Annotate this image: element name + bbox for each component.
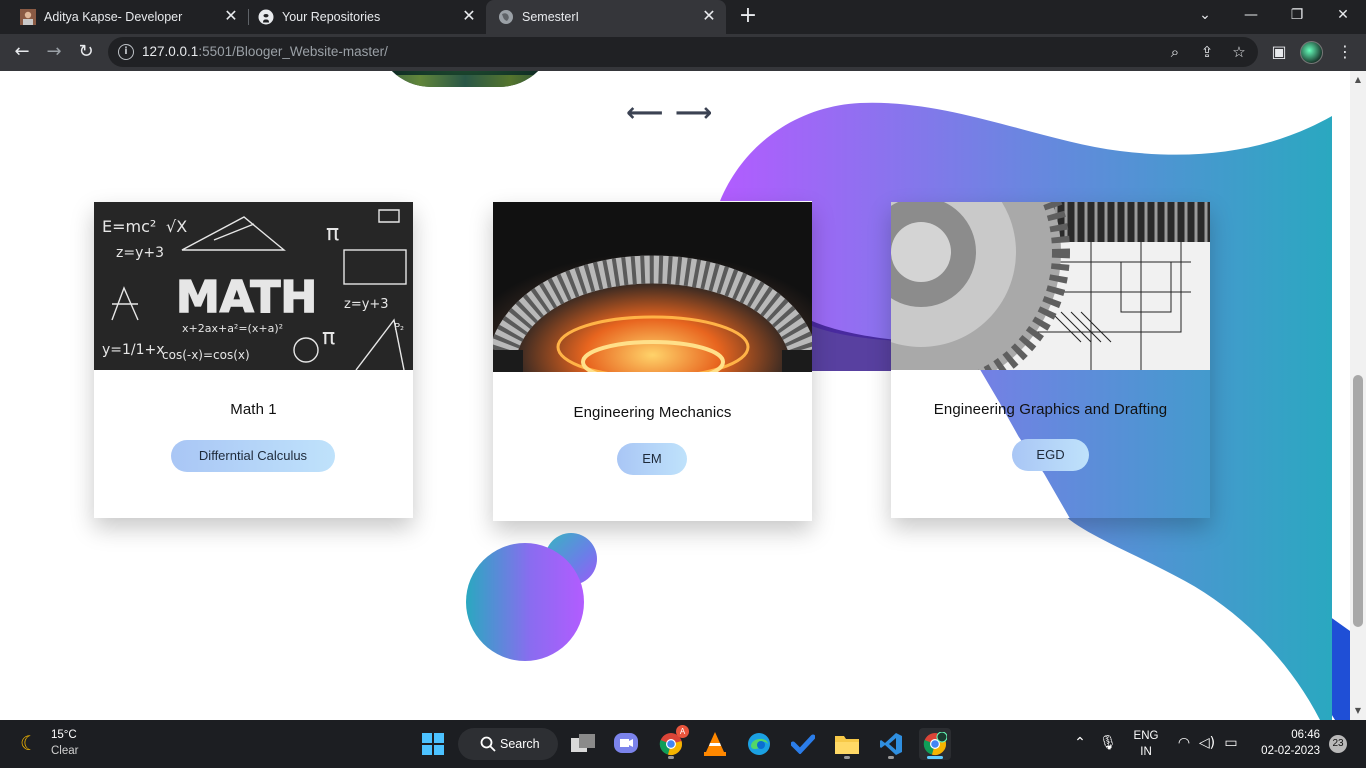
tab-title: Aditya Kapse- Developer <box>44 10 183 24</box>
notification-badge[interactable]: 23 <box>1329 735 1347 753</box>
profile-avatar[interactable] <box>1300 41 1323 64</box>
side-panel-icon[interactable]: ▣ <box>1266 39 1292 65</box>
tab-title: SemesterI <box>522 10 579 24</box>
scrollbar-track[interactable]: ▲ ▼ <box>1350 71 1366 720</box>
chrome-active-icon[interactable] <box>919 728 951 760</box>
weather-condition[interactable]: Clear <box>51 745 78 757</box>
arrow-right-icon[interactable]: ⟶ <box>675 100 712 126</box>
weather-temperature[interactable]: 15°C <box>51 729 77 741</box>
subject-tag[interactable]: Differntial Calculus <box>171 440 335 472</box>
windows-taskbar: ☾ 15°C Clear Search A ⌃ 🎙 ENG IN ◠ ◁) ▭ … <box>0 720 1366 768</box>
running-indicator <box>668 756 674 759</box>
scroll-up-icon[interactable]: ▲ <box>1353 75 1363 85</box>
battery-icon[interactable]: ▭ <box>1222 734 1240 752</box>
search-label: Search <box>500 737 540 751</box>
scroll-down-icon[interactable]: ▼ <box>1353 706 1363 716</box>
tab-aditya-kapse[interactable]: Aditya Kapse- Developer ✕ <box>8 0 248 34</box>
task-view-icon[interactable] <box>567 728 599 760</box>
maximize-button[interactable]: ❐ <box>1274 0 1320 32</box>
running-indicator <box>927 756 943 759</box>
running-indicator <box>844 756 850 759</box>
tab-your-repositories[interactable]: Your Repositories ✕ <box>248 0 486 34</box>
card-title: Engineering Mechanics <box>573 404 732 421</box>
teams-chat-icon[interactable] <box>610 728 642 760</box>
language-indicator[interactable]: ENG <box>1130 730 1162 742</box>
header-landscape-image <box>375 71 555 87</box>
svg-text:z=y+3: z=y+3 <box>344 297 389 312</box>
svg-text:MATH: MATH <box>176 272 317 323</box>
search-icon <box>480 736 496 752</box>
svg-text:√X: √X <box>166 217 187 236</box>
course-card-math[interactable]: E=mc² √X z=y+3 MATH π z=y+3 y=1/1+x x+2a… <box>94 202 413 518</box>
taskbar-search-button[interactable]: Search <box>458 728 558 760</box>
vscode-icon[interactable] <box>875 728 907 760</box>
card-title: Math 1 <box>230 401 277 418</box>
svg-text:x+2ax+a²=(x+a)²: x+2ax+a²=(x+a)² <box>182 322 283 335</box>
subject-tag[interactable]: EM <box>617 443 687 475</box>
reload-button[interactable]: ↻ <box>72 38 100 66</box>
running-indicator <box>888 756 894 759</box>
vlc-icon[interactable] <box>699 728 731 760</box>
region-indicator[interactable]: IN <box>1130 746 1162 758</box>
clock-date[interactable]: 02-02-2023 <box>1254 745 1320 757</box>
share-icon[interactable]: ⇪ <box>1196 41 1218 63</box>
close-icon[interactable]: ✕ <box>700 8 718 26</box>
avatar-icon <box>20 9 36 25</box>
svg-text:P₂: P₂ <box>394 322 404 333</box>
chevron-up-icon[interactable]: ⌃ <box>1071 734 1089 752</box>
page-viewport: ⟵ ⟶ E=mc² √X z=y+3 MATH π z=y+3 y=1/1+x <box>0 71 1366 720</box>
edge-icon[interactable] <box>743 728 775 760</box>
svg-text:cos(-x)=cos(x): cos(-x)=cos(x) <box>162 348 250 362</box>
course-card-graphics[interactable]: Engineering Graphics and Drafting EGD <box>891 202 1210 518</box>
close-window-button[interactable]: ✕ <box>1320 0 1366 32</box>
moon-icon[interactable]: ☾ <box>20 732 42 754</box>
windows-start-icon[interactable] <box>417 728 449 760</box>
tab-title: Your Repositories <box>282 10 381 24</box>
file-explorer-icon[interactable] <box>831 728 863 760</box>
close-icon[interactable]: ✕ <box>460 8 478 26</box>
volume-icon[interactable]: ◁) <box>1198 734 1216 752</box>
svg-text:y=1/1+x: y=1/1+x <box>102 342 165 358</box>
chrome-icon[interactable]: A <box>655 725 689 760</box>
back-button[interactable]: ← <box>8 38 36 66</box>
card-title: Engineering Graphics and Drafting <box>933 401 1168 418</box>
gear-drawing-image <box>891 202 1210 370</box>
address-bar[interactable]: i 127.0.0.1:5501/Blooger_Website-master/… <box>108 37 1258 67</box>
url-text[interactable]: 127.0.0.1:5501/Blooger_Website-master/ <box>142 44 388 59</box>
tab-strip: Aditya Kapse- Developer ✕ Your Repositor… <box>0 0 1366 34</box>
new-tab-button[interactable]: + <box>736 5 760 29</box>
arrow-left-icon[interactable]: ⟵ <box>626 100 663 126</box>
svg-text:E=mc²: E=mc² <box>102 217 156 236</box>
clock-time[interactable]: 06:46 <box>1280 729 1320 741</box>
chrome-badge: A <box>676 725 689 738</box>
svg-text:π: π <box>322 325 335 350</box>
tab-semesteri[interactable]: SemesterI ✕ <box>486 0 726 34</box>
globe-icon <box>499 10 513 24</box>
math-chalkboard-image: E=mc² √X z=y+3 MATH π z=y+3 y=1/1+x x+2a… <box>94 202 413 370</box>
browser-toolbar: ← → ↻ i 127.0.0.1:5501/Blooger_Website-m… <box>0 34 1366 71</box>
svg-text:z=y+3: z=y+3 <box>116 245 164 261</box>
gear-machinery-image <box>493 202 812 372</box>
minimize-button[interactable]: — <box>1228 0 1274 32</box>
tab-search-chevron-icon[interactable]: ⌄ <box>1182 0 1228 32</box>
menu-kebab-icon[interactable]: ⋮ <box>1332 39 1358 65</box>
todo-icon[interactable] <box>787 728 819 760</box>
forward-button[interactable]: → <box>40 38 68 66</box>
svg-text:π: π <box>326 221 339 246</box>
zoom-search-icon[interactable]: ⌕ <box>1164 41 1186 63</box>
github-icon <box>258 9 274 25</box>
site-info-icon[interactable]: i <box>118 44 134 60</box>
course-card-mechanics[interactable]: Engineering Mechanics EM <box>493 202 812 521</box>
close-icon[interactable]: ✕ <box>222 8 240 26</box>
microphone-icon[interactable]: 🎙 <box>1099 734 1117 752</box>
scrollbar-thumb[interactable] <box>1353 375 1363 627</box>
subject-tag[interactable]: EGD <box>1012 439 1089 471</box>
wifi-icon[interactable]: ◠ <box>1175 734 1193 752</box>
bookmark-star-icon[interactable]: ☆ <box>1228 41 1250 63</box>
decorative-circle-large <box>466 543 584 661</box>
